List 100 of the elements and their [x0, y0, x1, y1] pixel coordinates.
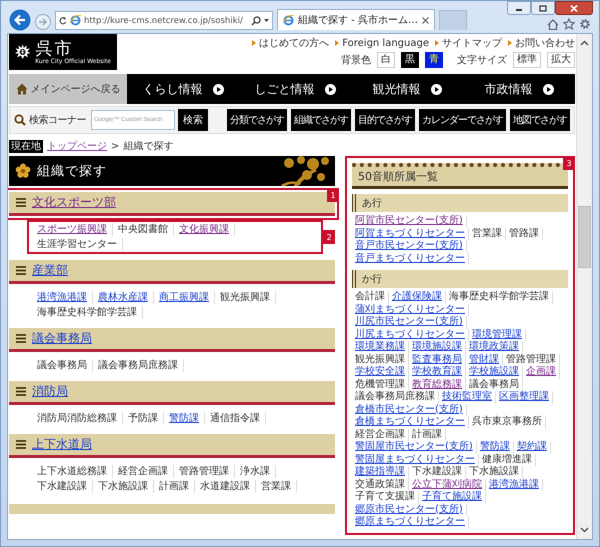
background-color-button[interactable]: 黒: [401, 52, 419, 68]
header-link[interactable]: お問い合わせ: [508, 36, 575, 50]
section-link[interactable]: 環境施設課: [409, 341, 466, 354]
section-name: 下水施設課: [466, 466, 523, 478]
background-color-button[interactable]: 白: [377, 52, 395, 68]
caret-icon[interactable]: [264, 19, 269, 22]
section-link[interactable]: 学校施設課: [466, 366, 523, 378]
settings-icon[interactable]: [579, 18, 591, 30]
section-link[interactable]: 郷原まちづくりセンター: [352, 516, 469, 528]
section-link[interactable]: 介護保険課: [389, 291, 446, 304]
section-link[interactable]: 管財課: [466, 354, 503, 366]
group-title: あ行: [362, 197, 382, 210]
scroll-up-icon[interactable]: [580, 40, 589, 46]
department-link[interactable]: 産業部: [32, 263, 68, 278]
flower-icon: [15, 163, 31, 179]
section-link[interactable]: 公立下蒲刈病院: [409, 478, 486, 491]
section-link[interactable]: 川尻まちづくりセンター: [352, 328, 469, 341]
department-link[interactable]: 消防局: [32, 384, 68, 399]
background-color-button[interactable]: 青: [425, 52, 443, 68]
section-link[interactable]: 商工振興課: [154, 291, 215, 304]
section-name: 中央図書館: [113, 223, 174, 236]
section-link[interactable]: 教育総務課: [409, 378, 466, 391]
address-bar[interactable]: http://kure-cms.netcrew.co.jp/soshiki/: [55, 11, 273, 30]
close-icon[interactable]: [422, 16, 429, 24]
minimize-button[interactable]: [507, 1, 531, 15]
section-link[interactable]: 環境政策課: [466, 341, 523, 354]
browser-tab[interactable]: 組織で探す - 呉市ホーム…: [277, 9, 435, 30]
header-link[interactable]: Foreign language: [335, 38, 429, 48]
finder-button[interactable]: 分類でさがす: [227, 109, 287, 131]
section-link[interactable]: 技術監理室: [439, 391, 496, 404]
section-link[interactable]: 音戸まちづくりセンター: [352, 252, 469, 265]
close-button[interactable]: [555, 1, 593, 15]
search-icon[interactable]: [251, 16, 261, 26]
section-link[interactable]: 港湾漁港課: [32, 291, 93, 304]
section-link[interactable]: 阿賀まちづくりセンター: [352, 228, 469, 240]
house-icon: [16, 83, 28, 95]
section-name: 下水建設課: [409, 466, 466, 478]
maximize-button[interactable]: [531, 1, 555, 15]
section-link[interactable]: 文化振興課: [174, 223, 235, 236]
nav-tab[interactable]: しごと情報: [239, 74, 351, 104]
section-name: 経営企画課: [113, 465, 174, 478]
scroll-down-icon[interactable]: [580, 527, 589, 533]
section-name: 会計課: [352, 291, 389, 304]
section-link[interactable]: 阿賀市民センター(支所): [352, 215, 467, 228]
section-link[interactable]: 郷原市民センター(支所): [352, 504, 467, 516]
section-link[interactable]: 農林水産課: [93, 291, 154, 304]
breadcrumb-link[interactable]: トップページ: [47, 139, 107, 153]
home-nav-button[interactable]: メインページへ戻る: [9, 74, 127, 104]
section-name: 危機管理課: [352, 378, 409, 391]
section-name: 経営企画課: [352, 428, 409, 441]
nav-tab[interactable]: 観光情報: [351, 74, 463, 104]
section-name: 議会事務局庶務課: [93, 359, 184, 372]
section-link[interactable]: 環境管理課: [469, 328, 526, 341]
finder-button[interactable]: 目的でさがす: [355, 109, 415, 131]
finder-button[interactable]: カレンダーでさがす: [419, 109, 506, 131]
department-link[interactable]: 議会事務局: [32, 331, 92, 346]
maximize-icon: [539, 4, 547, 12]
star-icon[interactable]: [563, 18, 575, 30]
finder-button[interactable]: 組織でさがす: [291, 109, 351, 131]
section-link[interactable]: 契約課: [514, 441, 551, 454]
section-link[interactable]: 区画整理課: [496, 391, 553, 404]
list-icon: [16, 198, 26, 207]
section-name: 呉市東京事務所: [469, 416, 546, 428]
section-link[interactable]: スポーツ振興課: [32, 223, 113, 236]
header-link[interactable]: サイトマップ: [435, 36, 502, 50]
section-link[interactable]: 蒲刈まちづくりセンター: [352, 304, 469, 316]
section-link[interactable]: 子育て施設課: [419, 491, 486, 504]
section-link[interactable]: 倉橋市民センター(支所): [352, 404, 467, 416]
scrollbar[interactable]: [576, 34, 592, 539]
text-size-button[interactable]: 標準: [513, 52, 541, 68]
section-link[interactable]: 倉橋まちづくりセンター: [352, 416, 469, 428]
nav-tab[interactable]: 市政情報: [463, 74, 575, 104]
section-name: 通信指令課: [205, 412, 266, 425]
nav-tab[interactable]: くらし情報: [127, 74, 239, 104]
section-link[interactable]: 学校教育課: [409, 366, 466, 378]
section-link[interactable]: 警固屋市民センター(支所): [352, 441, 477, 454]
header-link[interactable]: はじめての方へ: [252, 36, 330, 50]
section-link[interactable]: 警防課: [164, 412, 205, 425]
section-link[interactable]: 音戸市民センター(支所): [352, 240, 467, 252]
section-link[interactable]: 学校安全課: [352, 366, 409, 378]
back-button[interactable]: [9, 9, 31, 31]
finder-button[interactable]: 地図でさがす: [510, 109, 570, 131]
section-link[interactable]: 建築指導課: [352, 466, 409, 478]
section-name: 管路管理課: [174, 465, 235, 478]
section-link[interactable]: 監査事務局: [409, 354, 466, 366]
list-icon: [16, 334, 26, 343]
section-link[interactable]: 港湾漁港課: [486, 478, 543, 491]
section-link[interactable]: 環境業務課: [352, 341, 409, 354]
section-link[interactable]: 警防課: [476, 441, 514, 454]
section-name: 管路課: [506, 228, 543, 240]
scroll-thumb[interactable]: [578, 206, 591, 268]
department-link[interactable]: 上下水道局: [32, 437, 92, 452]
text-size-button[interactable]: 拡大: [547, 52, 575, 68]
home-icon[interactable]: [547, 19, 559, 30]
department-link[interactable]: 文化スポーツ部: [32, 195, 116, 210]
section-link[interactable]: 川尻市民センター(支所): [352, 316, 467, 328]
section-link[interactable]: 警固屋まちづくりセンター: [352, 454, 479, 466]
section-name: 議会事務局: [466, 378, 523, 391]
search-button[interactable]: 検索: [178, 109, 208, 131]
section-link[interactable]: 企画課: [523, 366, 560, 378]
